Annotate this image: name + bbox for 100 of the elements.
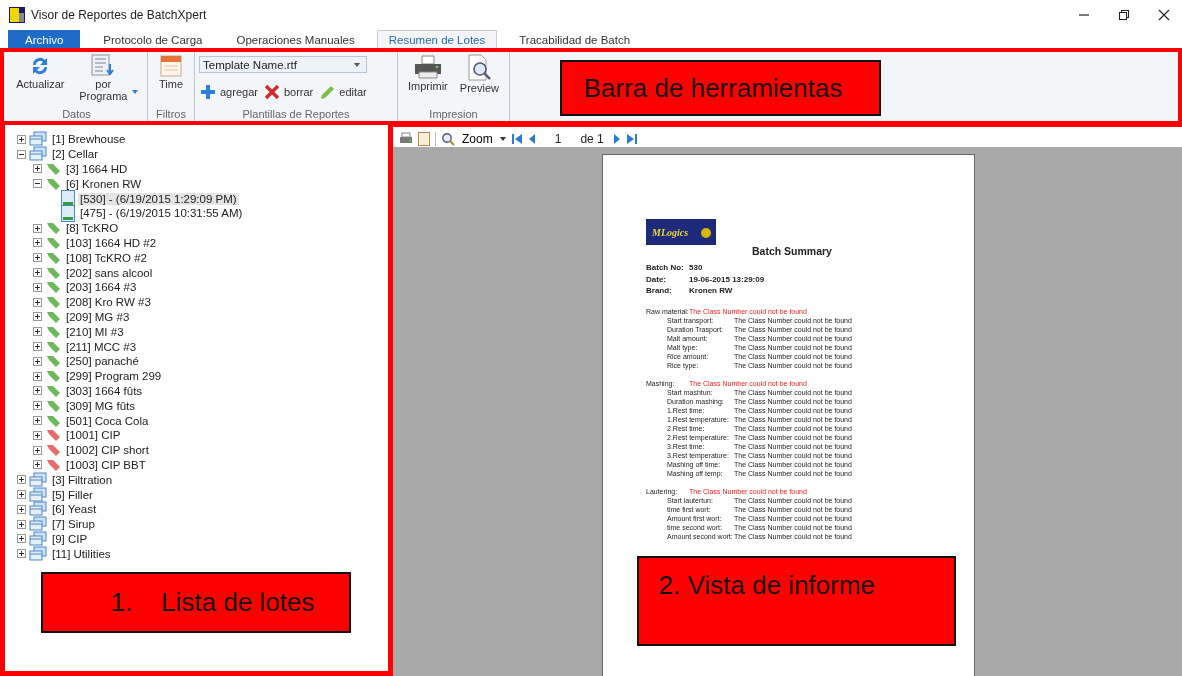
- expander-icon[interactable]: [33, 356, 42, 366]
- expander-icon[interactable]: [33, 312, 42, 322]
- edit-button[interactable]: editar: [318, 84, 368, 100]
- tree-item[interactable]: [211] MCC #3: [64, 340, 139, 353]
- document-icon: [61, 190, 75, 208]
- expander-icon[interactable]: [33, 401, 42, 411]
- expander-icon[interactable]: [33, 342, 42, 352]
- next-page-icon[interactable]: [612, 132, 621, 145]
- previous-page-icon[interactable]: [527, 132, 536, 145]
- expander-icon[interactable]: [33, 268, 42, 278]
- expander-icon[interactable]: [33, 430, 42, 440]
- tree-item[interactable]: [9] CIP: [50, 532, 90, 545]
- ribbon-tab[interactable]: Tracabilidad de Batch: [507, 30, 643, 48]
- field-label: Date:: [646, 274, 667, 286]
- expander-icon[interactable]: [33, 164, 42, 174]
- expander-icon[interactable]: [33, 327, 42, 337]
- zoom-icon[interactable]: [441, 131, 455, 146]
- expander-icon[interactable]: [17, 149, 26, 159]
- page-setup-icon[interactable]: [418, 131, 430, 146]
- tree-item[interactable]: [203] 1664 #3: [64, 281, 139, 294]
- tree-item[interactable]: [3] 1664 HD: [64, 163, 130, 175]
- field-label: Brand:: [646, 286, 673, 297]
- template-dropdown[interactable]: Template Name.rtf: [199, 56, 367, 73]
- tree-item[interactable]: [6] Kronen RW: [64, 177, 144, 190]
- first-page-icon[interactable]: [510, 132, 523, 145]
- expander-icon[interactable]: [17, 134, 26, 144]
- expander-icon[interactable]: [33, 282, 42, 292]
- annotation-label: 1. Lista de lotes: [41, 572, 351, 633]
- table-stack-icon: [29, 131, 47, 148]
- tree-item[interactable]: [530] - (6/19/2015 1:29:09 PM): [78, 192, 239, 205]
- table-stack-icon: [29, 146, 47, 163]
- file-menu-button[interactable]: Archivo: [8, 30, 81, 48]
- printer-button[interactable]: Imprimir: [406, 54, 450, 92]
- tree-item[interactable]: [303] 1664 fûts: [64, 384, 145, 397]
- expander-icon[interactable]: [33, 238, 42, 248]
- tree-item[interactable]: [475] - (6/19/2015 10:31:55 AM): [78, 207, 245, 220]
- print-icon[interactable]: [399, 131, 413, 146]
- tree-item[interactable]: [8] TcKRO: [64, 222, 121, 235]
- tree-item[interactable]: [208] Kro RW #3: [64, 296, 153, 309]
- expander-icon[interactable]: [33, 416, 42, 426]
- field-value: Kronen RW: [689, 286, 733, 297]
- tree-item[interactable]: [299] Program 299: [64, 370, 164, 383]
- delete-button[interactable]: borrar: [262, 84, 315, 100]
- plus-icon: [200, 84, 216, 100]
- expander-icon[interactable]: [17, 475, 26, 485]
- tree-item[interactable]: [209] MG #3: [64, 310, 132, 323]
- expander-icon[interactable]: [17, 519, 26, 529]
- tree-item[interactable]: [7] Sirup: [50, 518, 97, 531]
- annotation-label: Barra de herramientas: [560, 60, 881, 116]
- expander-icon[interactable]: [33, 253, 42, 263]
- last-page-icon[interactable]: [625, 132, 638, 145]
- list-icon: [91, 54, 116, 78]
- expander-icon[interactable]: [17, 534, 26, 544]
- table-stack-icon: [29, 530, 47, 547]
- tree-item[interactable]: [108] TcKRO #2: [64, 251, 149, 264]
- table-stack-icon: [29, 545, 47, 562]
- preview-button[interactable]: Preview: [457, 54, 501, 94]
- tree-item[interactable]: [1002] CIP short: [64, 444, 151, 457]
- tree-item[interactable]: [1003] CIP BBT: [64, 458, 148, 471]
- tree-item[interactable]: [11] Utilities: [50, 547, 113, 560]
- ribbon-tab[interactable]: Operaciones Manuales: [224, 30, 367, 48]
- printer-icon: [412, 54, 443, 80]
- field-value: 19-06-2015 13:29:09: [689, 274, 765, 286]
- tree-item[interactable]: [250] panaché: [64, 355, 141, 368]
- tree-item[interactable]: [103] 1664 HD #2: [64, 236, 159, 249]
- tree-item[interactable]: [501] Coca Cola: [64, 414, 151, 427]
- app-logo-icon: [9, 7, 25, 23]
- company-logo: MLogics: [646, 219, 716, 245]
- caret-icon: [499, 136, 506, 141]
- tree-item[interactable]: [202] sans alcool: [64, 266, 155, 279]
- expander-icon[interactable]: [17, 490, 26, 499]
- add-button[interactable]: agregar: [199, 84, 259, 100]
- tree-item[interactable]: [6] Yeast: [50, 503, 99, 516]
- restore-icon[interactable]: [1118, 9, 1130, 21]
- expander-icon[interactable]: [33, 371, 42, 381]
- expander-icon[interactable]: [33, 223, 42, 233]
- tree-item[interactable]: [5] Filler: [50, 488, 95, 501]
- expander-icon[interactable]: [17, 504, 26, 514]
- expander-icon[interactable]: [33, 297, 42, 307]
- list-down-button[interactable]: por Programa: [74, 54, 139, 102]
- expander-icon[interactable]: [33, 179, 42, 189]
- tree-item[interactable]: [2] Cellar: [50, 148, 101, 161]
- ribbon-tab[interactable]: Resumen de Lotes: [376, 30, 498, 48]
- expander-icon[interactable]: [33, 460, 42, 470]
- expander-icon[interactable]: [17, 549, 26, 559]
- tree-item[interactable]: [1] Brewhouse: [50, 133, 128, 146]
- expander-icon[interactable]: [33, 386, 42, 396]
- tree-item[interactable]: [3] Filtration: [50, 473, 115, 486]
- calendar-button[interactable]: Time: [156, 54, 185, 90]
- ribbon-tab[interactable]: Protocolo de Carga: [91, 30, 215, 48]
- tree-item[interactable]: [309] MG fûts: [64, 399, 138, 412]
- tree-item[interactable]: [1001] CIP: [64, 429, 123, 442]
- field-value: 530: [689, 263, 703, 274]
- expander-icon[interactable]: [33, 445, 42, 455]
- zoom-dropdown[interactable]: Zoom: [460, 131, 495, 146]
- refresh-button[interactable]: Actualizar: [14, 54, 67, 90]
- close-icon[interactable]: [1158, 9, 1170, 21]
- tree-item[interactable]: [210] MI #3: [64, 325, 126, 338]
- group-label: Impresion: [428, 108, 479, 121]
- table-stack-icon: [29, 471, 47, 488]
